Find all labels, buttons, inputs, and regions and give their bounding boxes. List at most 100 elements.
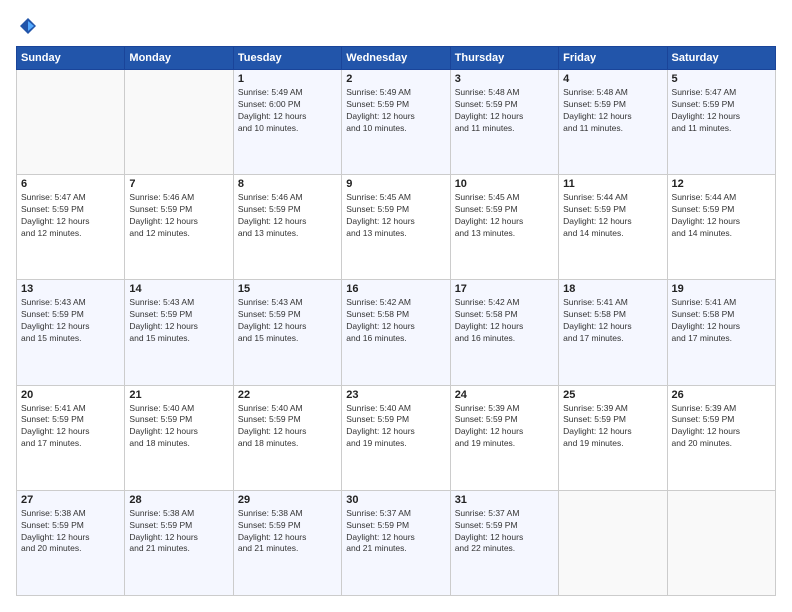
day-number: 30 (346, 494, 445, 506)
day-number: 12 (672, 178, 771, 190)
day-info: Sunrise: 5:49 AM Sunset: 6:00 PM Dayligh… (238, 87, 337, 135)
day-number: 18 (563, 283, 662, 295)
day-info: Sunrise: 5:43 AM Sunset: 5:59 PM Dayligh… (238, 297, 337, 345)
day-number: 4 (563, 73, 662, 85)
day-info: Sunrise: 5:46 AM Sunset: 5:59 PM Dayligh… (238, 192, 337, 240)
calendar-cell: 8 Sunrise: 5:46 AM Sunset: 5:59 PM Daylig… (233, 175, 341, 280)
day-info: Sunrise: 5:47 AM Sunset: 5:59 PM Dayligh… (672, 87, 771, 135)
calendar-cell: 11 Sunrise: 5:44 AM Sunset: 5:59 PM Dayli… (559, 175, 667, 280)
calendar-cell: 10Sunrise: 5:45 AM Sunset: 5:59 PM Dayli… (450, 175, 558, 280)
calendar-cell: 23 Sunrise: 5:40 AM Sunset: 5:59 PM Dayli… (342, 385, 450, 490)
calendar-header-friday: Friday (559, 47, 667, 70)
day-info: Sunrise: 5:42 AM Sunset: 5:58 PM Dayligh… (455, 297, 554, 345)
day-info: Sunrise: 5:44 AM Sunset: 5:59 PM Dayligh… (672, 192, 771, 240)
day-info: Sunrise: 5:39 AM Sunset: 5:59 PM Dayligh… (563, 403, 662, 451)
day-number: 20 (21, 389, 120, 401)
calendar-header-row: SundayMondayTuesdayWednesdayThursdayFrid… (17, 47, 776, 70)
calendar-cell: 5 Sunrise: 5:47 AM Sunset: 5:59 PM Daylig… (667, 70, 775, 175)
calendar-cell: 31Sunrise: 5:37 AM Sunset: 5:59 PM Dayli… (450, 490, 558, 595)
calendar-week-row: 1 Sunrise: 5:49 AM Sunset: 6:00 PM Daylig… (17, 70, 776, 175)
day-number: 14 (129, 283, 228, 295)
day-info: Sunrise: 5:38 AM Sunset: 5:59 PM Dayligh… (129, 508, 228, 556)
logo-icon (18, 16, 38, 36)
day-info: Sunrise: 5:37 AM Sunset: 5:59 PM Dayligh… (346, 508, 445, 556)
day-number: 6 (21, 178, 120, 190)
calendar-cell: 14 Sunrise: 5:43 AM Sunset: 5:59 PM Dayli… (125, 280, 233, 385)
calendar-cell: 30 Sunrise: 5:37 AM Sunset: 5:59 PM Dayli… (342, 490, 450, 595)
day-info: Sunrise: 5:48 AM Sunset: 5:59 PM Dayligh… (455, 87, 554, 135)
calendar-cell: 13 Sunrise: 5:43 AM Sunset: 5:59 PM Dayli… (17, 280, 125, 385)
day-number: 5 (672, 73, 771, 85)
day-number: 16 (346, 283, 445, 295)
calendar-header-sunday: Sunday (17, 47, 125, 70)
calendar-cell: 20 Sunrise: 5:41 AM Sunset: 5:59 PM Dayli… (17, 385, 125, 490)
calendar-cell: 24 Sunrise: 5:39 AM Sunset: 5:59 PM Dayli… (450, 385, 558, 490)
day-number: 19 (672, 283, 771, 295)
day-info: Sunrise: 5:44 AM Sunset: 5:59 PM Dayligh… (563, 192, 662, 240)
calendar-cell: 22 Sunrise: 5:40 AM Sunset: 5:59 PM Dayli… (233, 385, 341, 490)
page: SundayMondayTuesdayWednesdayThursdayFrid… (0, 0, 792, 612)
day-number: 15 (238, 283, 337, 295)
calendar-header-wednesday: Wednesday (342, 47, 450, 70)
calendar-cell: 2Sunrise: 5:49 AM Sunset: 5:59 PM Daylig… (342, 70, 450, 175)
calendar-cell: 25Sunrise: 5:39 AM Sunset: 5:59 PM Dayli… (559, 385, 667, 490)
day-info: Sunrise: 5:43 AM Sunset: 5:59 PM Dayligh… (129, 297, 228, 345)
day-info: Sunrise: 5:42 AM Sunset: 5:58 PM Dayligh… (346, 297, 445, 345)
day-info: Sunrise: 5:39 AM Sunset: 5:59 PM Dayligh… (455, 403, 554, 451)
calendar-week-row: 6Sunrise: 5:47 AM Sunset: 5:59 PM Daylig… (17, 175, 776, 280)
day-info: Sunrise: 5:45 AM Sunset: 5:59 PM Dayligh… (455, 192, 554, 240)
day-number: 27 (21, 494, 120, 506)
calendar-cell: 29 Sunrise: 5:38 AM Sunset: 5:59 PM Dayli… (233, 490, 341, 595)
calendar-header-thursday: Thursday (450, 47, 558, 70)
day-number: 11 (563, 178, 662, 190)
day-info: Sunrise: 5:40 AM Sunset: 5:59 PM Dayligh… (238, 403, 337, 451)
day-number: 21 (129, 389, 228, 401)
calendar-cell: 28 Sunrise: 5:38 AM Sunset: 5:59 PM Dayli… (125, 490, 233, 595)
calendar-week-row: 13 Sunrise: 5:43 AM Sunset: 5:59 PM Dayli… (17, 280, 776, 385)
day-number: 7 (129, 178, 228, 190)
calendar-header-tuesday: Tuesday (233, 47, 341, 70)
calendar-week-row: 20 Sunrise: 5:41 AM Sunset: 5:59 PM Dayli… (17, 385, 776, 490)
day-info: Sunrise: 5:41 AM Sunset: 5:59 PM Dayligh… (21, 403, 120, 451)
calendar-cell (667, 490, 775, 595)
day-info: Sunrise: 5:37 AM Sunset: 5:59 PM Dayligh… (455, 508, 554, 556)
header (16, 16, 776, 36)
day-number: 28 (129, 494, 228, 506)
calendar-header-saturday: Saturday (667, 47, 775, 70)
day-info: Sunrise: 5:40 AM Sunset: 5:59 PM Dayligh… (129, 403, 228, 451)
day-number: 3 (455, 73, 554, 85)
logo-text (16, 16, 40, 36)
calendar-cell: 27 Sunrise: 5:38 AM Sunset: 5:59 PM Dayli… (17, 490, 125, 595)
calendar-cell: 18 Sunrise: 5:41 AM Sunset: 5:58 PM Dayli… (559, 280, 667, 385)
calendar-cell: 7Sunrise: 5:46 AM Sunset: 5:59 PM Daylig… (125, 175, 233, 280)
day-info: Sunrise: 5:40 AM Sunset: 5:59 PM Dayligh… (346, 403, 445, 451)
calendar-cell: 3 Sunrise: 5:48 AM Sunset: 5:59 PM Daylig… (450, 70, 558, 175)
day-number: 9 (346, 178, 445, 190)
day-number: 26 (672, 389, 771, 401)
day-number: 22 (238, 389, 337, 401)
day-info: Sunrise: 5:41 AM Sunset: 5:58 PM Dayligh… (563, 297, 662, 345)
day-info: Sunrise: 5:43 AM Sunset: 5:59 PM Dayligh… (21, 297, 120, 345)
logo (16, 16, 40, 36)
day-info: Sunrise: 5:39 AM Sunset: 5:59 PM Dayligh… (672, 403, 771, 451)
day-info: Sunrise: 5:48 AM Sunset: 5:59 PM Dayligh… (563, 87, 662, 135)
day-number: 1 (238, 73, 337, 85)
day-info: Sunrise: 5:49 AM Sunset: 5:59 PM Dayligh… (346, 87, 445, 135)
day-number: 8 (238, 178, 337, 190)
day-number: 23 (346, 389, 445, 401)
calendar: SundayMondayTuesdayWednesdayThursdayFrid… (16, 46, 776, 596)
calendar-cell (125, 70, 233, 175)
calendar-cell: 4 Sunrise: 5:48 AM Sunset: 5:59 PM Daylig… (559, 70, 667, 175)
day-number: 24 (455, 389, 554, 401)
day-info: Sunrise: 5:38 AM Sunset: 5:59 PM Dayligh… (238, 508, 337, 556)
calendar-cell: 26 Sunrise: 5:39 AM Sunset: 5:59 PM Dayli… (667, 385, 775, 490)
day-info: Sunrise: 5:45 AM Sunset: 5:59 PM Dayligh… (346, 192, 445, 240)
calendar-cell: 21 Sunrise: 5:40 AM Sunset: 5:59 PM Dayli… (125, 385, 233, 490)
calendar-cell: 9 Sunrise: 5:45 AM Sunset: 5:59 PM Daylig… (342, 175, 450, 280)
day-number: 13 (21, 283, 120, 295)
day-info: Sunrise: 5:38 AM Sunset: 5:59 PM Dayligh… (21, 508, 120, 556)
day-number: 17 (455, 283, 554, 295)
day-number: 29 (238, 494, 337, 506)
calendar-cell: 19Sunrise: 5:41 AM Sunset: 5:58 PM Dayli… (667, 280, 775, 385)
calendar-cell: 6Sunrise: 5:47 AM Sunset: 5:59 PM Daylig… (17, 175, 125, 280)
